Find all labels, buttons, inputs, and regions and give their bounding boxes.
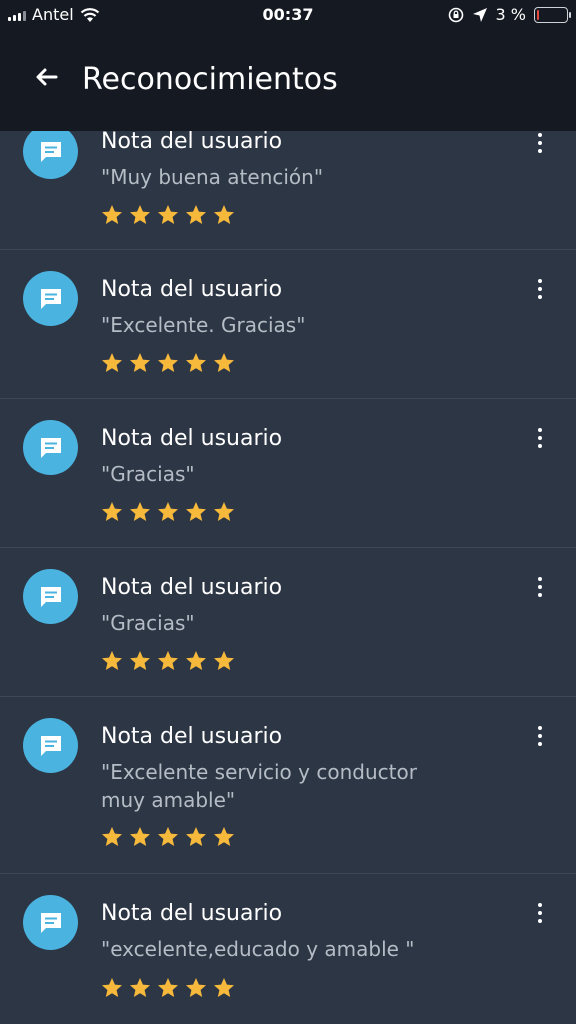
star-icon: [128, 825, 152, 853]
star-icon: [212, 825, 236, 853]
star-icon: [212, 203, 236, 231]
star-icon: [156, 976, 180, 1004]
more-options-icon[interactable]: [534, 724, 546, 748]
star-icon: [128, 976, 152, 1004]
list-item[interactable]: Nota del usuario "Gracias": [0, 548, 576, 697]
star-icon: [100, 203, 124, 231]
message-icon: [23, 420, 78, 475]
star-icon: [128, 351, 152, 379]
item-title: Nota del usuario: [101, 426, 283, 451]
list-item[interactable]: Nota del usuario "Gracias": [0, 399, 576, 548]
star-icon: [100, 351, 124, 379]
star-rating: [100, 825, 236, 853]
status-bar: Antel 00:37 3 %: [0, 0, 576, 32]
star-rating: [100, 500, 236, 528]
more-options-icon[interactable]: [534, 575, 546, 599]
star-icon: [184, 500, 208, 528]
item-title: Nota del usuario: [101, 129, 283, 154]
star-icon: [100, 976, 124, 1004]
list-item[interactable]: Nota del usuario "Excelente servicio y co…: [0, 697, 576, 874]
message-icon: [23, 271, 78, 326]
star-rating: [100, 203, 236, 231]
orientation-lock-icon: [448, 7, 463, 22]
item-title: Nota del usuario: [101, 724, 283, 749]
location-icon: [472, 7, 487, 22]
star-icon: [100, 500, 124, 528]
star-icon: [212, 976, 236, 1004]
star-icon: [100, 825, 124, 853]
item-title: Nota del usuario: [101, 901, 283, 926]
list-item[interactable]: Nota del usuario "Excelente. Gracias": [0, 250, 576, 399]
star-icon: [128, 649, 152, 677]
list-item[interactable]: Nota del usuario "excelente,educado y ama…: [0, 874, 576, 1024]
star-icon: [156, 203, 180, 231]
recognition-list: Nota del usuario "Muy buena atención" Nota…: [0, 101, 576, 1024]
item-note: "Excelente. Gracias": [101, 313, 306, 337]
message-icon: [23, 569, 78, 624]
more-options-icon[interactable]: [534, 277, 546, 301]
more-options-icon[interactable]: [534, 131, 546, 155]
star-icon: [184, 825, 208, 853]
battery-icon: [534, 6, 571, 23]
item-note: "Muy buena atención": [101, 165, 324, 189]
battery-percent: 3 %: [495, 5, 526, 24]
item-note: "Gracias": [101, 611, 195, 635]
star-rating: [100, 351, 236, 379]
item-note: "Excelente servicio y conductor muy amab…: [101, 760, 417, 812]
star-icon: [156, 649, 180, 677]
star-icon: [128, 500, 152, 528]
app-bar: Reconocimientos: [0, 52, 576, 108]
more-options-icon[interactable]: [534, 901, 546, 925]
message-icon: [23, 895, 78, 950]
star-icon: [212, 500, 236, 528]
star-icon: [212, 351, 236, 379]
star-rating: [100, 649, 236, 677]
item-note: "Gracias": [101, 462, 195, 486]
star-icon: [156, 500, 180, 528]
top-bar: Antel 00:37 3 % Reconocimientos: [0, 0, 576, 131]
star-icon: [184, 351, 208, 379]
star-rating: [100, 976, 236, 1004]
more-options-icon[interactable]: [534, 426, 546, 450]
page-title: Reconocimientos: [82, 62, 338, 97]
item-note: "excelente,educado y amable ": [101, 937, 415, 961]
star-icon: [184, 649, 208, 677]
back-arrow-icon[interactable]: [30, 62, 62, 94]
item-title: Nota del usuario: [101, 277, 283, 302]
star-icon: [184, 976, 208, 1004]
star-icon: [100, 649, 124, 677]
item-title: Nota del usuario: [101, 575, 283, 600]
message-icon: [23, 124, 78, 179]
star-icon: [184, 203, 208, 231]
star-icon: [128, 203, 152, 231]
star-icon: [156, 825, 180, 853]
star-icon: [212, 649, 236, 677]
star-icon: [156, 351, 180, 379]
message-icon: [23, 718, 78, 773]
